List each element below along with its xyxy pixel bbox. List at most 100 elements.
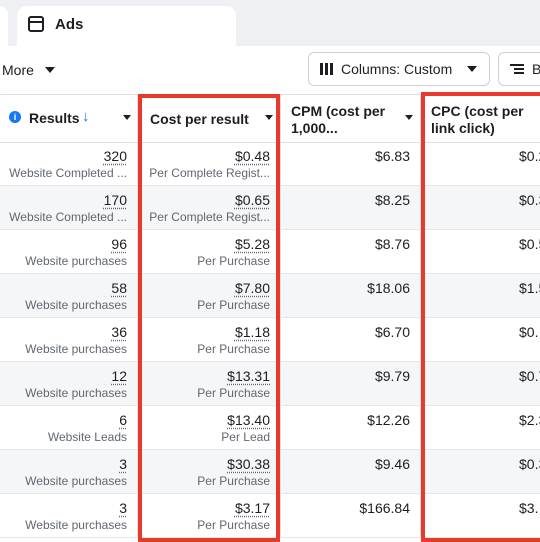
results-value[interactable]: 96 [111,236,127,252]
table-row[interactable]: 3 Website purchases $30.38 Per Purchase $9.4… [0,450,540,494]
cpc-cell: $0.5 [421,230,540,273]
cpm-cell: $6.83 [281,142,421,185]
cpc-cell: $0.7 [421,362,540,405]
columns-label: Columns: Custom [341,61,453,77]
results-cell: 3 Website purchases [0,494,138,537]
cpm-value: $9.46 [374,456,410,472]
column-header-cpc[interactable]: CPC (cost per link click) [421,95,540,142]
breakdown-button[interactable]: B [498,52,540,86]
results-value[interactable]: 3 [119,456,127,472]
cost-per-result-value[interactable]: $7.80 [235,280,270,296]
info-icon[interactable]: i [9,111,21,123]
breakdown-label: B [532,61,540,77]
results-type: Website purchases [25,342,127,356]
caret-down-icon [44,67,55,73]
cpc-cell: $0.3 [421,450,540,493]
cost-per-result-cell: $30.38 Per Purchase [138,450,281,493]
results-value[interactable]: 3 [119,500,127,516]
results-value[interactable]: 170 [104,192,127,208]
results-value[interactable]: 320 [104,148,127,164]
caret-down-icon[interactable] [265,115,273,120]
cost-per-result-cell: $0.48 Per Complete Regist... [138,142,281,185]
cost-per-result-value[interactable]: $1.18 [235,324,270,340]
table-row[interactable]: 96 Website purchases $5.28 Per Purchase $8.7… [0,230,540,274]
cost-per-result-value[interactable]: $0.65 [235,192,270,208]
tab-ads[interactable]: Ads [17,6,236,46]
results-type: Website purchases [25,386,127,400]
table-row[interactable]: 3 Website purchases $3.17 Per Purchase $166.… [0,494,540,538]
cpm-cell: $166.84 [281,494,421,537]
cost-per-result-type: Per Purchase [197,342,270,356]
cpm-cell: $6.70 [281,318,421,361]
caret-down-icon[interactable] [405,115,413,120]
results-type: Website purchases [25,298,127,312]
cost-per-result-value[interactable]: $5.28 [235,236,270,252]
results-type: Website purchases [25,474,127,488]
cost-per-result-type: Per Purchase [197,298,270,312]
results-cell: 170 Website Completed ... [0,186,138,229]
results-cell: 12 Website purchases [0,362,138,405]
table-row[interactable]: 36 Website purchases $1.18 Per Purchase $6.7… [0,318,540,362]
cpc-cell: $3. [421,494,540,537]
more-label: More [2,62,34,78]
table-row[interactable]: 58 Website purchases $7.80 Per Purchase $18.… [0,274,540,318]
cost-per-result-type: Per Purchase [197,518,270,532]
ads-window-icon [28,16,44,32]
cost-per-result-cell: $7.80 Per Purchase [138,274,281,317]
cpm-value: $8.76 [374,236,410,252]
cpc-value: $0. [519,324,539,340]
results-value[interactable]: 6 [119,412,127,428]
results-type: Website Leads [47,430,127,444]
cpm-value: $8.25 [374,192,410,208]
cost-per-result-value[interactable]: $0.48 [235,148,270,164]
cost-per-result-value[interactable]: $30.38 [227,456,270,472]
cost-per-result-value[interactable]: $13.40 [227,412,270,428]
table-row[interactable]: 6 Website Leads $13.40 Per Lead $12.26 $2.3 [0,406,540,450]
tab-previous[interactable] [0,6,8,46]
results-cell: 3 Website purchases [0,450,138,493]
column-header-cpm[interactable]: CPM (cost per 1,000... [281,95,421,142]
caret-down-icon [467,66,477,72]
table-row[interactable]: 320 Website Completed ... $0.48 Per Complet… [0,142,540,186]
results-cell: 320 Website Completed ... [0,142,138,185]
column-header-cost-per-result[interactable]: Cost per result [138,95,281,142]
column-header-results[interactable]: i Results ↓ [0,95,138,142]
cost-per-result-type: Per Lead [221,430,270,444]
cpm-cell: $8.76 [281,230,421,273]
cost-per-result-type: Per Purchase [197,254,270,268]
cpm-cell: $9.79 [281,362,421,405]
results-type: Website purchases [25,254,127,268]
column-header-label: Results [29,110,80,126]
results-value[interactable]: 12 [111,368,127,384]
cost-per-result-type: Per Complete Regist... [149,166,270,180]
cpc-value: $0.2 [519,148,540,164]
columns-icon [320,63,333,75]
cpm-value: $6.83 [374,148,410,164]
cpc-cell: $0. [421,318,540,361]
results-value[interactable]: 58 [111,280,127,296]
table-row[interactable]: 12 Website purchases $13.31 Per Purchase $9.… [0,362,540,406]
cost-per-result-value[interactable]: $3.17 [235,500,270,516]
cpm-value: $166.84 [359,500,410,516]
results-cell: 6 Website Leads [0,406,138,449]
columns-button[interactable]: Columns: Custom [308,52,490,86]
results-cell: 36 Website purchases [0,318,138,361]
sort-descending-arrow-icon[interactable]: ↓ [82,108,90,125]
results-value[interactable]: 36 [111,324,127,340]
cost-per-result-type: Per Complete Regist... [149,210,270,224]
top-tab-bar: Ads [0,0,540,46]
cpm-cell: $12.26 [281,406,421,449]
cost-per-result-value[interactable]: $13.31 [227,368,270,384]
cpc-cell: $0.3 [421,186,540,229]
more-dropdown[interactable]: More [2,62,55,78]
table-row[interactable]: 170 Website Completed ... $0.65 Per Complet… [0,186,540,230]
results-type: Website Completed ... [9,210,127,224]
cost-per-result-type: Per Purchase [197,386,270,400]
caret-down-icon[interactable] [123,115,131,120]
results-type: Website purchases [25,518,127,532]
cpc-cell: $2.3 [421,406,540,449]
cpm-value: $9.79 [374,368,410,384]
cpc-value: $0.7 [519,368,540,384]
table-toolbar: More Columns: Custom B [0,46,540,94]
breakdown-icon [510,64,524,74]
